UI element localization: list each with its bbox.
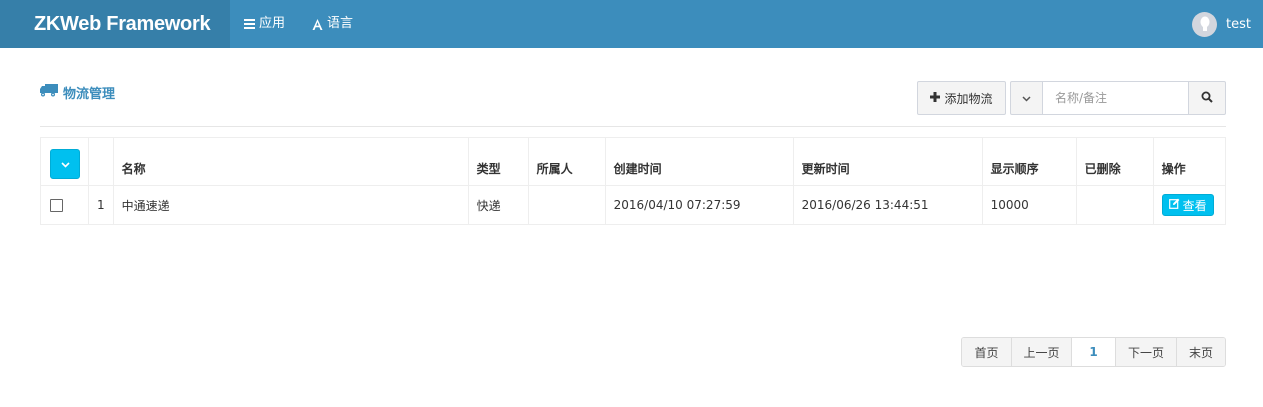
add-logistics-button[interactable]: 添加物流 xyxy=(917,81,1006,115)
column-header-deleted[interactable]: 已删除 xyxy=(1075,137,1154,186)
current-page-button[interactable]: 1 xyxy=(1072,338,1116,366)
column-header-created[interactable]: 创建时间 xyxy=(604,137,794,186)
first-page-button[interactable]: 首页 xyxy=(962,338,1012,366)
pagination: 首页 上一页 1 下一页 末页 xyxy=(961,337,1226,367)
user-name: test xyxy=(1226,16,1251,32)
brand-logo[interactable]: ZKWeb Framework xyxy=(0,0,230,48)
row-updated: 2016/06/26 13:44:51 xyxy=(792,185,983,225)
next-page-button[interactable]: 下一页 xyxy=(1116,338,1177,366)
table-row: 1 中通速递 快递 2016/04/10 07:27:59 2016/06/26… xyxy=(40,185,1227,225)
add-logistics-label: 添加物流 xyxy=(944,91,993,106)
header-divider xyxy=(40,126,1226,127)
select-all-dropdown-button[interactable] xyxy=(50,149,80,179)
chevron-down-icon xyxy=(60,157,70,171)
column-header-updated[interactable]: 更新时间 xyxy=(792,137,983,186)
prev-page-button[interactable]: 上一页 xyxy=(1012,338,1072,366)
search-dropdown-button[interactable] xyxy=(1010,81,1043,115)
view-button-label: 查看 xyxy=(1182,198,1207,213)
nav-apps-label: 应用 xyxy=(259,16,286,31)
column-header-actions: 操作 xyxy=(1152,137,1227,186)
toolbar: 添加物流 xyxy=(917,81,1226,115)
row-created: 2016/04/10 07:27:59 xyxy=(604,185,794,225)
row-index: 1 xyxy=(88,185,114,225)
column-header-type[interactable]: 类型 xyxy=(467,137,529,186)
search-icon xyxy=(1201,91,1213,106)
column-header-order[interactable]: 显示顺序 xyxy=(981,137,1077,186)
logistics-table: 名称 类型 所属人 创建时间 更新时间 显示顺序 已删除 操作 1 中通速递 快… xyxy=(40,137,1227,225)
column-header-owner[interactable]: 所属人 xyxy=(527,137,606,186)
search-group xyxy=(1010,81,1226,115)
table-header-row: 名称 类型 所属人 创建时间 更新时间 显示顺序 已删除 操作 xyxy=(40,137,1227,186)
top-navbar: ZKWeb Framework 应用 语言 test xyxy=(0,0,1263,48)
bars-icon xyxy=(244,19,255,29)
edit-icon xyxy=(1168,198,1180,212)
page-title-text: 物流管理 xyxy=(63,86,116,102)
view-button[interactable]: 查看 xyxy=(1161,194,1214,216)
chevron-down-icon xyxy=(1022,91,1031,105)
last-page-button[interactable]: 末页 xyxy=(1177,338,1225,366)
plus-icon xyxy=(930,91,941,105)
search-input[interactable] xyxy=(1043,81,1188,115)
row-type: 快递 xyxy=(467,185,529,225)
nav-language-label: 语言 xyxy=(327,16,354,31)
avatar xyxy=(1192,11,1218,37)
index-header xyxy=(88,137,114,186)
row-select-cell xyxy=(40,185,89,225)
nav-language-menu[interactable]: 语言 xyxy=(312,0,353,48)
truck-icon xyxy=(40,83,58,101)
select-all-header xyxy=(40,137,89,186)
user-menu[interactable]: test xyxy=(1192,0,1251,48)
row-checkbox[interactable] xyxy=(50,198,63,212)
row-order: 10000 xyxy=(981,185,1077,225)
row-owner xyxy=(527,185,606,225)
row-deleted xyxy=(1075,185,1154,225)
font-icon xyxy=(312,18,323,30)
row-name: 中通速递 xyxy=(112,185,469,225)
column-header-name[interactable]: 名称 xyxy=(112,137,469,186)
search-button[interactable] xyxy=(1188,81,1226,115)
nav-apps-menu[interactable]: 应用 xyxy=(244,0,285,48)
page-title: 物流管理 xyxy=(40,82,115,102)
row-actions: 查看 xyxy=(1152,185,1227,225)
